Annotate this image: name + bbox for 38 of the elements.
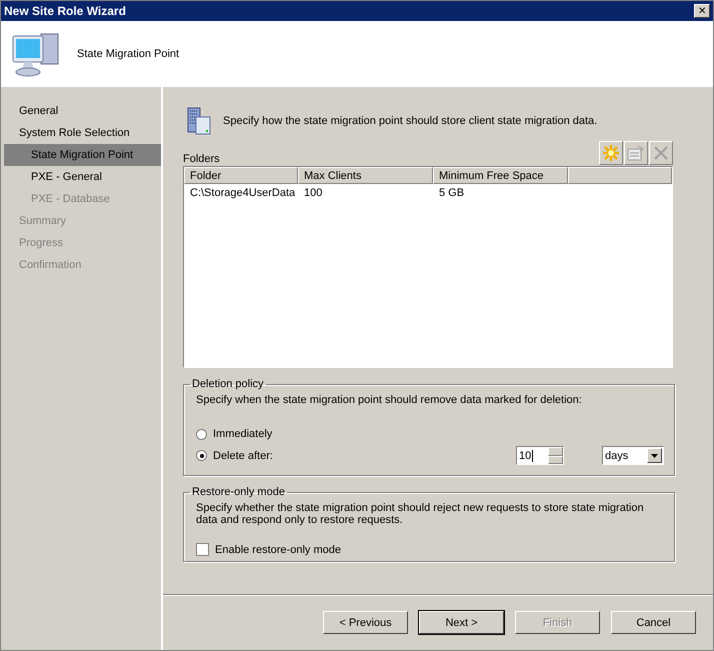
- wizard-step[interactable]: PXE - General: [4, 166, 161, 188]
- radio-label: Delete after:: [213, 450, 273, 462]
- column-header[interactable]: Folder: [184, 167, 298, 184]
- sparkle-icon: [602, 144, 620, 162]
- properties-icon: [627, 145, 645, 161]
- amount-text: 10: [519, 450, 534, 462]
- group-title: Deletion policy: [191, 378, 265, 390]
- wizard-step[interactable]: System Role Selection: [4, 122, 161, 144]
- server-icon: [187, 107, 213, 135]
- window-title: New Site Role Wizard: [4, 4, 126, 18]
- unit-dropdown[interactable]: days: [602, 446, 664, 465]
- radio-button[interactable]: [196, 450, 207, 461]
- spin-arrows[interactable]: [548, 447, 563, 464]
- new-button[interactable]: [599, 141, 623, 165]
- table-cell-text: 5 GB: [438, 187, 466, 199]
- days-spinner[interactable]: 10: [516, 446, 564, 465]
- wizard-button[interactable]: Cancel: [611, 611, 696, 634]
- close-button[interactable]: ✕: [694, 4, 710, 18]
- table-cell-text: C:\Storage4UserData: [189, 187, 296, 199]
- dropdown-arrow-icon: [651, 454, 658, 458]
- deletion-description: Specify when the state migration point should remove data marked for deletion:: [196, 394, 583, 406]
- checkbox[interactable]: [196, 543, 209, 556]
- wizard-button[interactable]: < Previous: [323, 611, 408, 634]
- group-title: Restore-only mode: [191, 486, 286, 498]
- radio-label: Immediately: [213, 428, 272, 440]
- folders-label: Folders: [183, 153, 220, 165]
- intro-text: Specify how the state migration point should store client state migration data.: [223, 115, 598, 127]
- wizard-step[interactable]: State Migration Point: [4, 144, 161, 166]
- table-cell-text: 100: [303, 187, 324, 199]
- checkbox-label: Enable restore-only mode: [215, 544, 341, 556]
- delete-icon: [653, 145, 669, 161]
- column-header[interactable]: Minimum Free Space: [433, 167, 568, 184]
- wizard-step[interactable]: General: [4, 100, 161, 122]
- wizard-button[interactable]: Next >: [419, 611, 504, 634]
- page-title: State Migration Point: [77, 48, 180, 60]
- column-header[interactable]: Max Clients: [298, 167, 433, 184]
- radio-button[interactable]: [196, 428, 207, 440]
- restore-description: Specify whether the state migration point should reject new requests to store state migration data and respond only to restore requests.: [196, 502, 645, 526]
